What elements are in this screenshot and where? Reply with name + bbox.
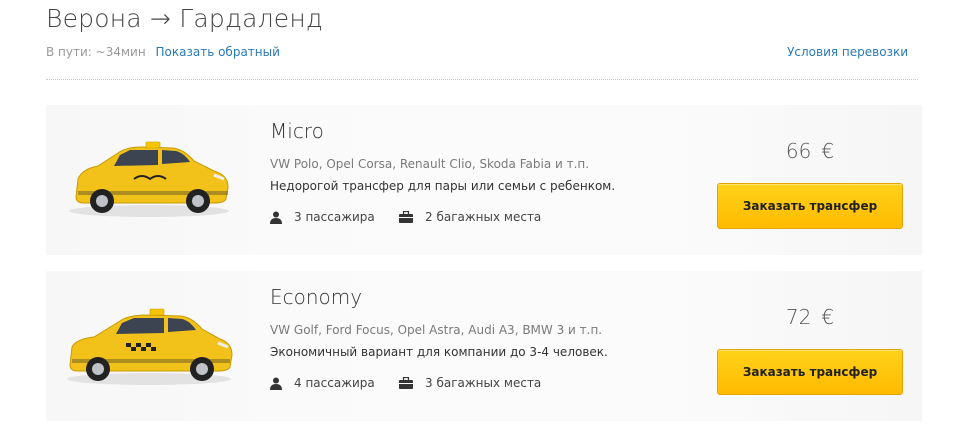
transfer-option-card: Micro VW Polo, Opel Corsa, Renault Clio,… [46, 105, 922, 255]
luggage-count: 2 багажных места [399, 210, 541, 224]
luggage-count-label: 3 багажных места [425, 376, 542, 390]
briefcase-icon [399, 211, 413, 223]
travel-duration: В пути: ~34мин [46, 45, 146, 59]
hatchback-taxi-icon [67, 308, 233, 385]
transfer-option-card: Economy VW Golf, Ford Focus, Opel Astra,… [46, 271, 922, 421]
price: 66 € [716, 139, 904, 163]
order-transfer-button[interactable]: Заказать трансфер [717, 183, 903, 229]
briefcase-icon [399, 377, 413, 389]
car-class-name: Micro [270, 119, 324, 143]
passenger-count-label: 4 пассажира [294, 376, 375, 390]
passenger-count: 4 пассажира [270, 376, 375, 390]
car-models: VW Polo, Opel Corsa, Renault Clio, Skoda… [270, 157, 590, 171]
hatchback-taxi-icon [69, 141, 229, 217]
passenger-count: 3 пассажира [270, 210, 375, 224]
luggage-count-label: 2 багажных места [425, 210, 542, 224]
person-icon [270, 377, 282, 390]
car-description: Экономичный вариант для компании до 3-4 … [270, 345, 608, 359]
price-amount: 66 [785, 139, 812, 163]
price-amount: 72 [785, 305, 812, 329]
route-meta: В пути: ~34мин Показать обратный [46, 45, 280, 59]
car-description: Недорогой трансфер для пары или семьи с … [270, 179, 616, 193]
price: 72 € [716, 305, 904, 329]
luggage-count: 3 багажных места [399, 376, 541, 390]
car-class-name: Economy [270, 285, 363, 309]
route-title: Верона → Гардаленд [46, 4, 324, 33]
passenger-count-label: 3 пассажира [294, 210, 375, 224]
show-reverse-link[interactable]: Показать обратный [156, 45, 280, 59]
divider [46, 79, 918, 80]
order-transfer-button[interactable]: Заказать трансфер [717, 349, 903, 395]
price-currency: € [821, 139, 835, 163]
person-icon [270, 211, 282, 224]
car-models: VW Golf, Ford Focus, Opel Astra, Audi A3… [270, 323, 603, 337]
transport-conditions-link[interactable]: Условия перевозки [787, 45, 908, 59]
transfer-page: Верона → Гардаленд В пути: ~34мин Показа… [0, 0, 960, 430]
price-currency: € [821, 305, 835, 329]
